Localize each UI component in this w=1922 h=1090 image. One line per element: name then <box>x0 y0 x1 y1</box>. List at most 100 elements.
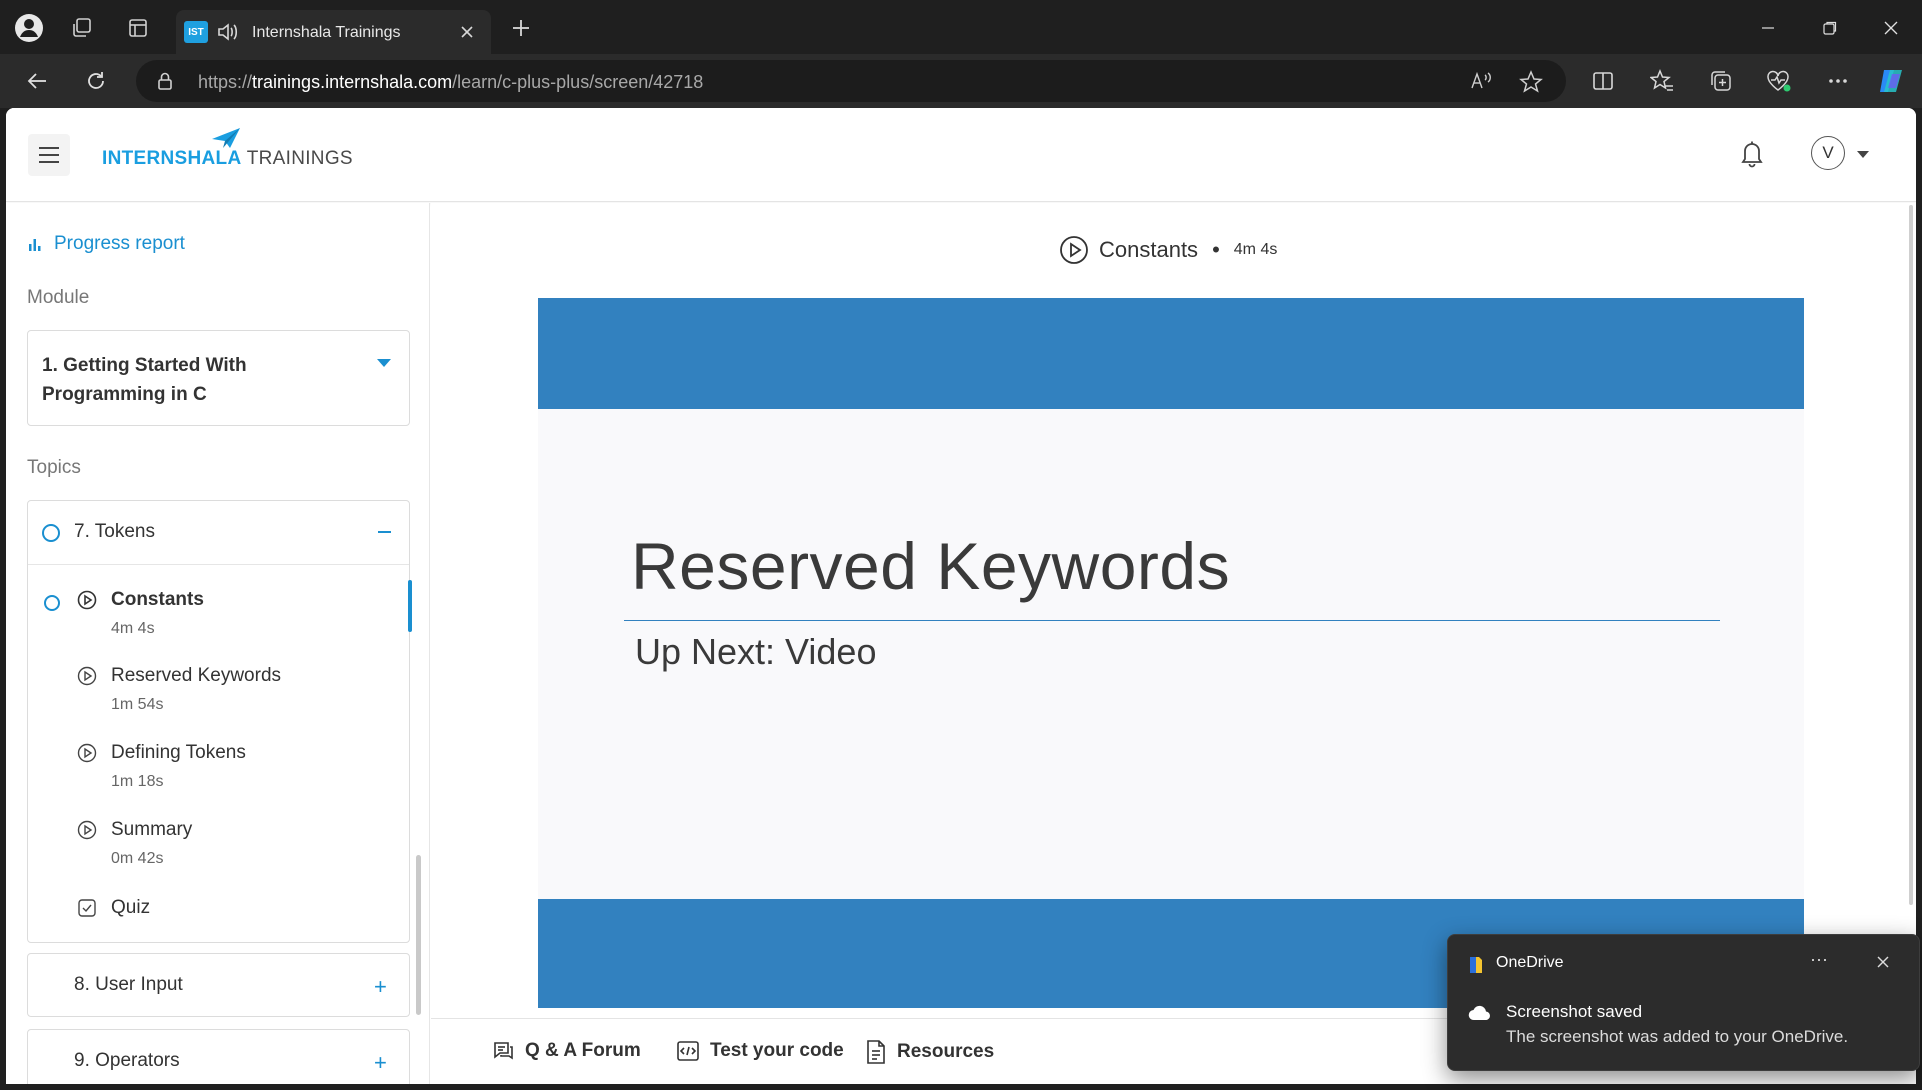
collections-icon[interactable] <box>1704 64 1738 98</box>
close-tab-icon[interactable] <box>456 21 478 43</box>
expand-plus-icon[interactable]: + <box>374 1052 387 1074</box>
test-code-label: Test your code <box>710 1040 844 1061</box>
video-title: Constants <box>1099 237 1199 262</box>
play-circle-icon <box>77 666 97 686</box>
lesson-item-defining-tokens[interactable]: Defining Tokens 1m 18s <box>28 742 409 805</box>
active-lesson-indicator <box>408 580 412 632</box>
bar-chart-icon <box>29 239 41 251</box>
tab-actions-icon[interactable] <box>122 12 154 44</box>
speaker-icon[interactable] <box>216 21 240 43</box>
progress-ring-icon <box>42 524 60 542</box>
new-tab-icon[interactable] <box>505 12 537 44</box>
read-aloud-icon[interactable] <box>1470 70 1494 92</box>
play-circle-icon <box>1060 236 1088 264</box>
chevron-down-icon[interactable] <box>376 358 392 368</box>
play-circle-icon <box>77 590 97 610</box>
onedrive-app-icon <box>1468 956 1484 974</box>
test-code-button[interactable]: Test your code <box>676 1039 844 1063</box>
lesson-duration: 1m 18s <box>111 773 164 790</box>
course-sidebar: Progress report Module 1. Getting Starte… <box>6 203 430 1084</box>
profile-icon[interactable] <box>13 12 45 44</box>
slide-band-top <box>538 298 1804 409</box>
toast-app-name: OneDrive <box>1496 954 1564 971</box>
video-header: Constants • 4m 4s <box>1059 235 1277 265</box>
favorite-star-icon[interactable] <box>1519 70 1543 94</box>
lesson-item-constants[interactable]: Constants 4m 4s <box>28 580 412 652</box>
progress-report-link[interactable]: Progress report <box>28 233 185 255</box>
progress-report-label: Progress report <box>54 233 185 254</box>
separator-dot: • <box>1212 237 1220 262</box>
lesson-name: Constants <box>111 589 204 610</box>
qa-forum-button[interactable]: Q & A Forum <box>491 1039 641 1063</box>
forum-icon <box>494 1042 513 1060</box>
active-tab[interactable]: IST Internshala Trainings <box>176 10 491 54</box>
lesson-item-summary[interactable]: Summary 0m 42s <box>28 819 409 882</box>
code-icon <box>677 1041 699 1061</box>
video-player[interactable]: Reserved Keywords Up Next: Video <box>538 298 1804 1008</box>
logo-brand: INTERNSHALA <box>102 148 242 169</box>
close-icon[interactable] <box>1875 954 1891 970</box>
quiz-checkbox-icon <box>77 898 97 918</box>
lesson-item-quiz[interactable]: Quiz <box>28 897 409 938</box>
topic-item-user-input[interactable]: 8. User Input + <box>27 953 410 1017</box>
browser-essentials-icon[interactable] <box>1762 64 1796 98</box>
lesson-name: Quiz <box>111 897 151 918</box>
avatar[interactable]: V <box>1811 136 1845 170</box>
module-selector[interactable]: 1. Getting Started With Programming in C <box>27 330 410 426</box>
browser-nav-bar: https://trainings.internshala.com/learn/… <box>0 54 1922 108</box>
back-icon[interactable] <box>21 64 55 98</box>
play-circle-icon <box>77 743 97 763</box>
progress-ring-icon <box>44 595 60 611</box>
minimize-icon[interactable] <box>1752 14 1784 42</box>
document-icon <box>867 1040 885 1064</box>
address-bar[interactable]: https://trainings.internshala.com/learn/… <box>136 60 1566 102</box>
module-section-label: Module <box>27 287 90 308</box>
topic-header[interactable]: 7. Tokens <box>28 501 409 565</box>
site-header: INTERNSHALA TRAININGS V <box>6 108 1916 202</box>
toast-title: Screenshot saved <box>1506 1002 1643 1021</box>
resources-button[interactable]: Resources <box>865 1039 994 1065</box>
lesson-name: Reserved Keywords <box>111 665 282 686</box>
lock-icon[interactable] <box>156 71 174 91</box>
toast-more-options[interactable]: ··· <box>1810 949 1828 970</box>
more-options-icon[interactable] <box>1821 64 1855 98</box>
cloud-icon <box>1468 1005 1492 1021</box>
close-window-icon[interactable] <box>1875 14 1907 42</box>
topic-panel-tokens: 7. Tokens Constants 4m 4s Reserved Keywo… <box>27 500 412 943</box>
video-duration: 4m 4s <box>1233 241 1278 258</box>
lesson-name: Defining Tokens <box>111 742 246 763</box>
topics-section-label: Topics <box>27 457 81 478</box>
favorites-icon[interactable] <box>1645 64 1679 98</box>
chevron-down-icon[interactable] <box>1856 150 1870 159</box>
refresh-icon[interactable] <box>79 64 113 98</box>
topic-title: 8. User Input <box>74 974 183 995</box>
topic-item-operators[interactable]: 9. Operators + <box>27 1029 410 1084</box>
collapse-icon[interactable] <box>378 531 391 533</box>
topic-title: 9. Operators <box>74 1050 180 1071</box>
expand-plus-icon[interactable]: + <box>374 976 387 998</box>
toast-body: The screenshot was added to your OneDriv… <box>1506 1027 1849 1046</box>
slide-subtitle: Up Next: Video <box>635 631 877 672</box>
logo-sub: TRAININGS <box>246 148 353 169</box>
slide-title: Reserved Keywords <box>631 529 1231 603</box>
tab-favicon: IST <box>184 21 208 43</box>
lesson-duration: 4m 4s <box>111 620 155 637</box>
tab-title: Internshala Trainings <box>252 24 401 41</box>
lesson-item-reserved-keywords[interactable]: Reserved Keywords 1m 54s <box>28 665 409 728</box>
onedrive-notification[interactable]: OneDrive ··· Screenshot saved The screen… <box>1447 934 1920 1071</box>
play-circle-icon <box>77 820 97 840</box>
sidebar-scrollbar[interactable] <box>416 855 421 1015</box>
resources-label: Resources <box>897 1041 995 1062</box>
menu-icon[interactable] <box>28 134 70 176</box>
qa-forum-label: Q & A Forum <box>525 1040 641 1061</box>
split-screen-icon[interactable] <box>1586 64 1620 98</box>
notification-bell-icon[interactable] <box>1740 140 1764 168</box>
topic-title: 7. Tokens <box>74 521 155 542</box>
restore-icon[interactable] <box>1814 14 1846 42</box>
copilot-icon[interactable] <box>1874 64 1908 98</box>
lesson-name: Summary <box>111 819 193 840</box>
url-text: https://trainings.internshala.com/learn/… <box>198 72 704 92</box>
page-scrollbar[interactable] <box>1909 205 1913 905</box>
workspaces-icon[interactable] <box>66 12 98 44</box>
browser-tab-bar: IST Internshala Trainings <box>0 0 1922 54</box>
